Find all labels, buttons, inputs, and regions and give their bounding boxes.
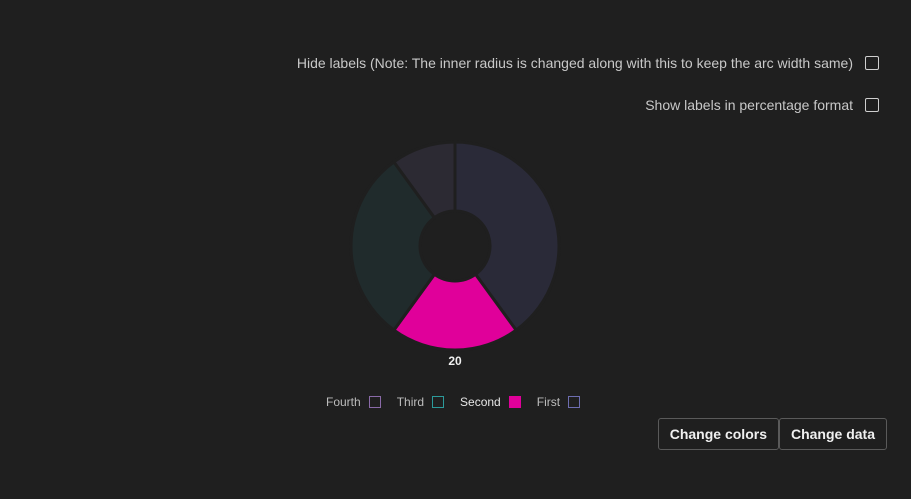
chart-page: Hide labels (Note: The inner radius is c… <box>0 0 911 499</box>
chart-legend: Fourth Third Second First <box>326 395 596 409</box>
legend-item-first[interactable]: First <box>536 395 581 409</box>
legend-swatch-first <box>568 396 581 408</box>
change-data-button[interactable]: Change data <box>778 418 887 450</box>
hide-labels-option[interactable]: Hide labels (Note: The inner radius is c… <box>297 55 879 71</box>
slice-label-second: 20 <box>448 354 462 368</box>
button-group: Change colors Change data <box>657 418 887 450</box>
show-percentage-option[interactable]: Show labels in percentage format <box>645 97 879 113</box>
show-percentage-checkbox[interactable] <box>865 98 879 112</box>
change-colors-button[interactable]: Change colors <box>657 418 779 450</box>
legend-label-second: Second <box>460 395 501 409</box>
legend-swatch-fourth <box>368 396 381 408</box>
legend-swatch-third <box>432 396 445 408</box>
legend-item-fourth[interactable]: Fourth <box>326 395 381 409</box>
legend-label-third: Third <box>396 395 425 409</box>
hide-labels-checkbox[interactable] <box>865 56 879 70</box>
legend-item-third[interactable]: Third <box>396 395 445 409</box>
show-percentage-text: Show labels in percentage format <box>645 97 853 113</box>
legend-swatch-second <box>508 396 521 408</box>
legend-item-second[interactable]: Second <box>460 395 521 409</box>
legend-label-fourth: Fourth <box>326 395 361 409</box>
hide-labels-text: Hide labels (Note: The inner radius is c… <box>296 55 853 71</box>
donut-chart: 20 <box>349 140 561 368</box>
legend-label-first: First <box>536 395 561 409</box>
